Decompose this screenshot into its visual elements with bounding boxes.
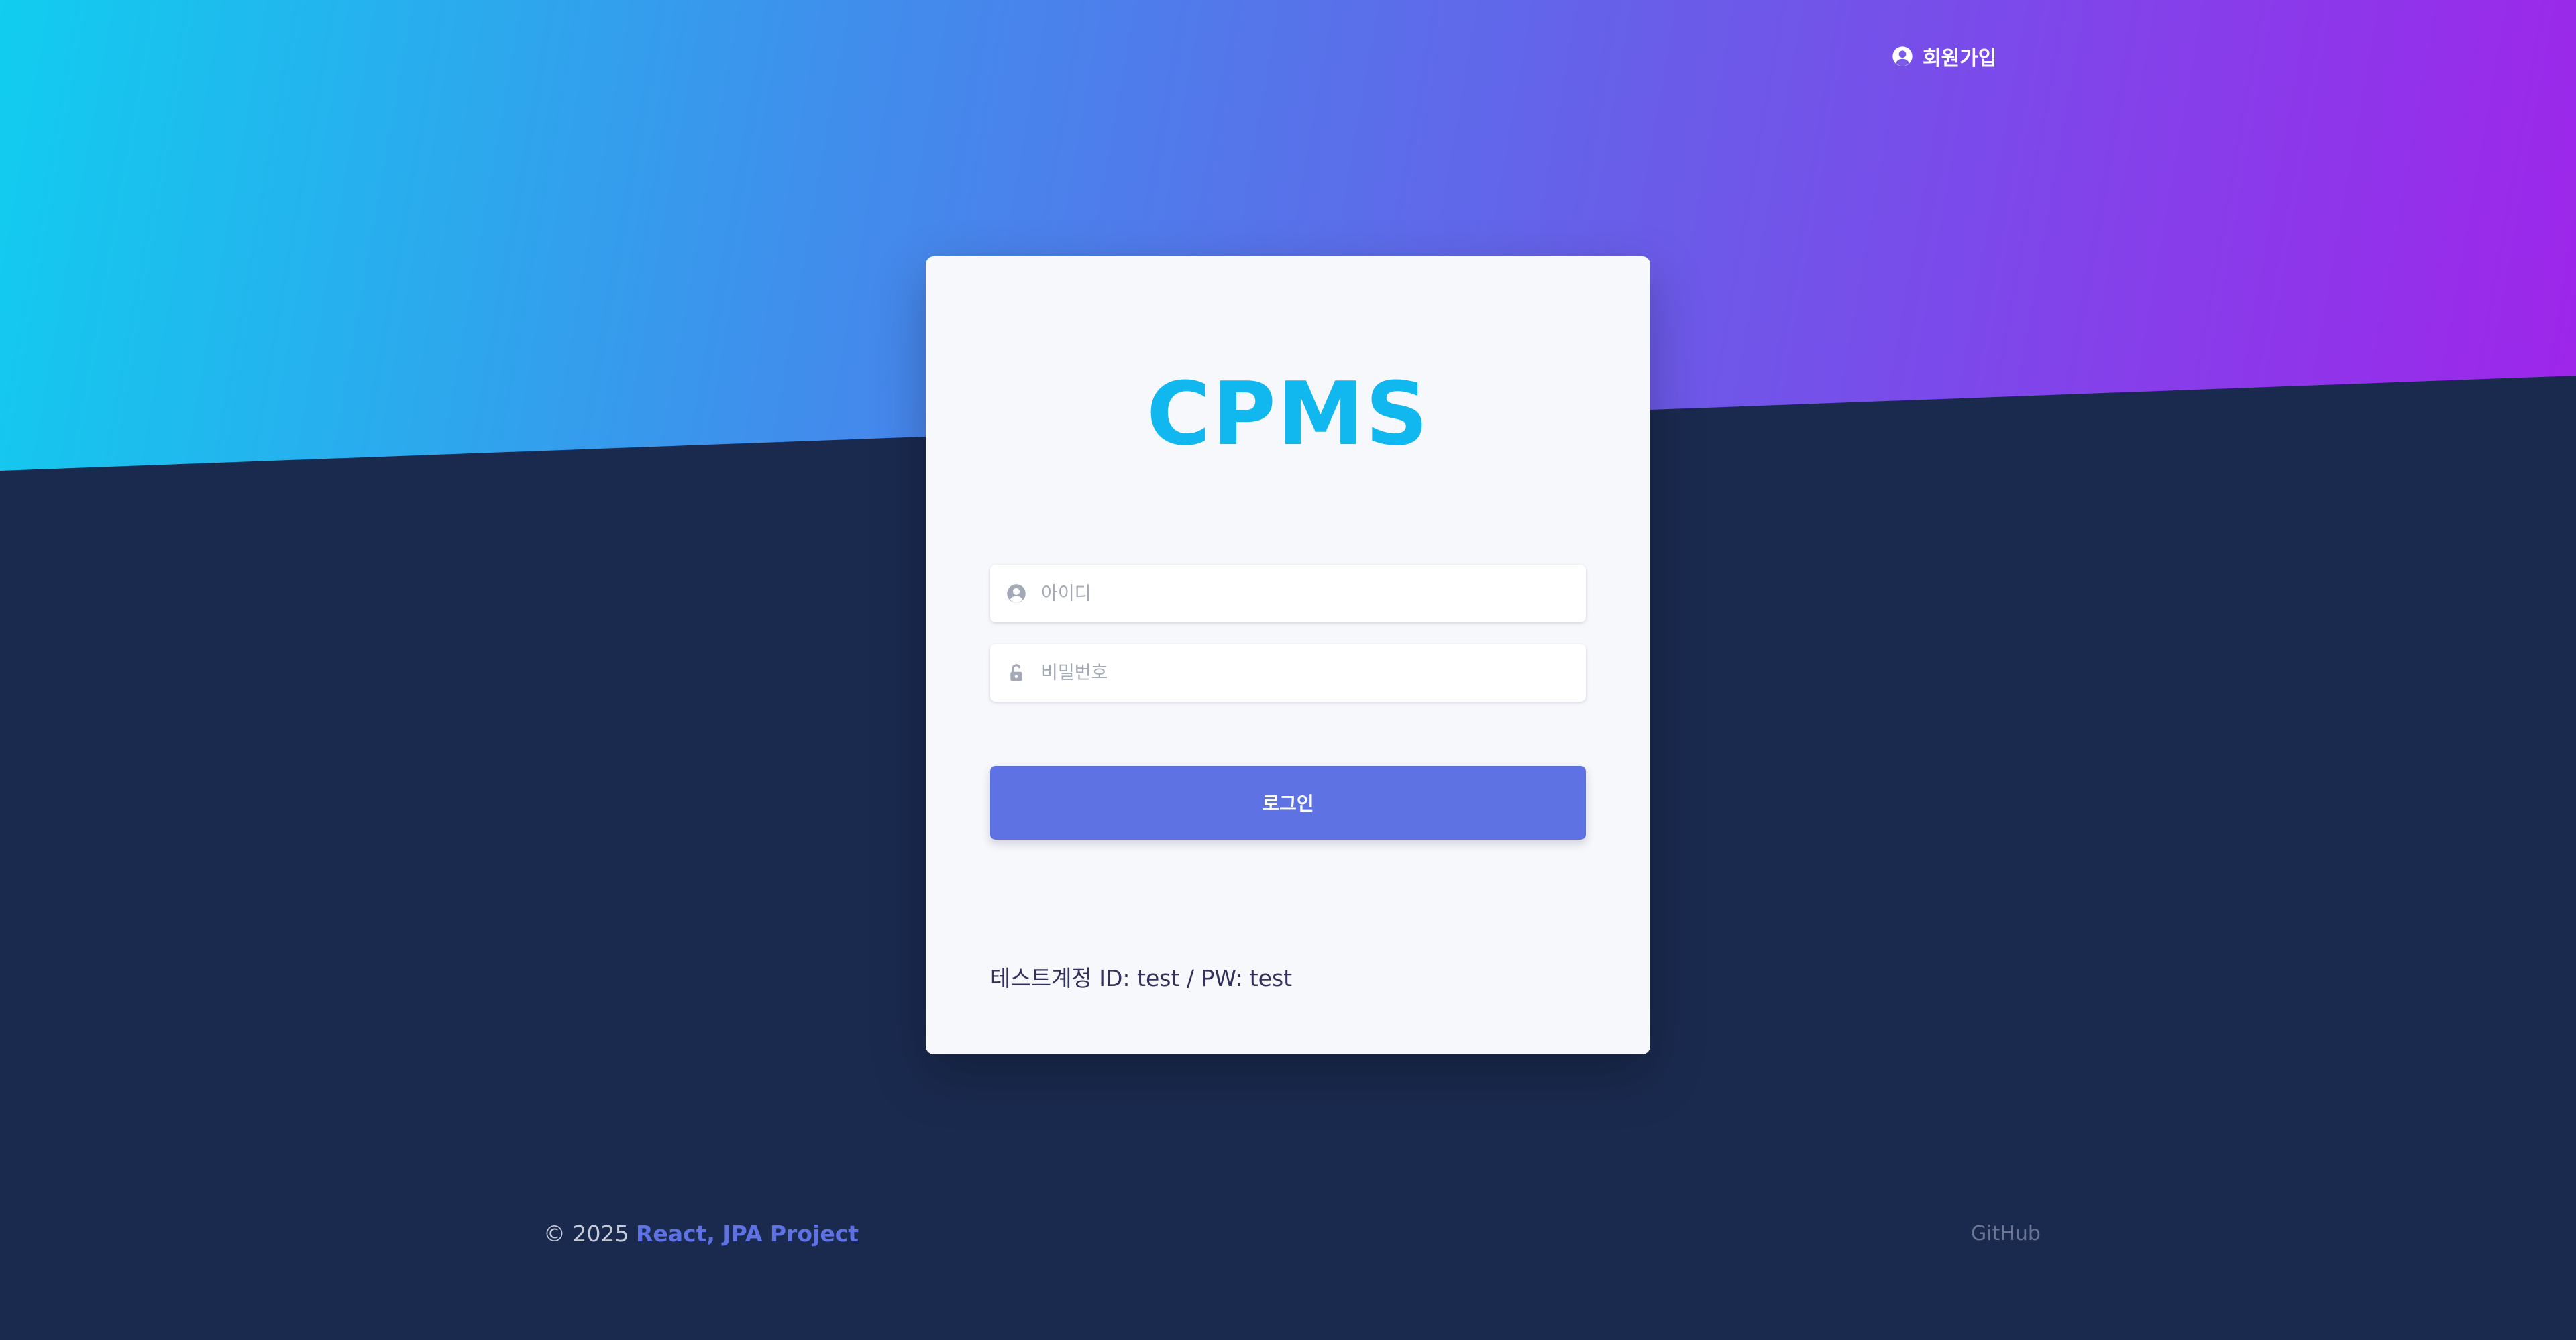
- password-field[interactable]: [990, 643, 1586, 702]
- user-circle-icon: [1007, 584, 1026, 603]
- username-field[interactable]: [990, 564, 1586, 623]
- login-page: 회원가입 CPMS 로그인 테스트계정 ID: test / PW: test …: [0, 0, 2576, 1340]
- github-link[interactable]: GitHub: [1971, 1222, 2041, 1245]
- footer-copyright: © 2025 React, JPA Project: [543, 1221, 859, 1247]
- username-input[interactable]: [1040, 564, 1586, 623]
- app-title: CPMS: [1146, 363, 1430, 465]
- login-button[interactable]: 로그인: [990, 766, 1586, 840]
- password-input[interactable]: [1040, 643, 1586, 702]
- test-account-info: 테스트계정 ID: test / PW: test: [990, 965, 1293, 991]
- project-link[interactable]: React, JPA Project: [636, 1221, 859, 1247]
- user-circle-icon: [1892, 46, 1913, 66]
- signup-link[interactable]: 회원가입: [1892, 42, 1996, 71]
- signup-label: 회원가입: [1923, 47, 1997, 70]
- copyright-text: © 2025: [543, 1221, 629, 1247]
- login-card: CPMS 로그인 테스트계정 ID: test / PW: test: [926, 256, 1650, 1054]
- unlock-icon: [1010, 664, 1022, 681]
